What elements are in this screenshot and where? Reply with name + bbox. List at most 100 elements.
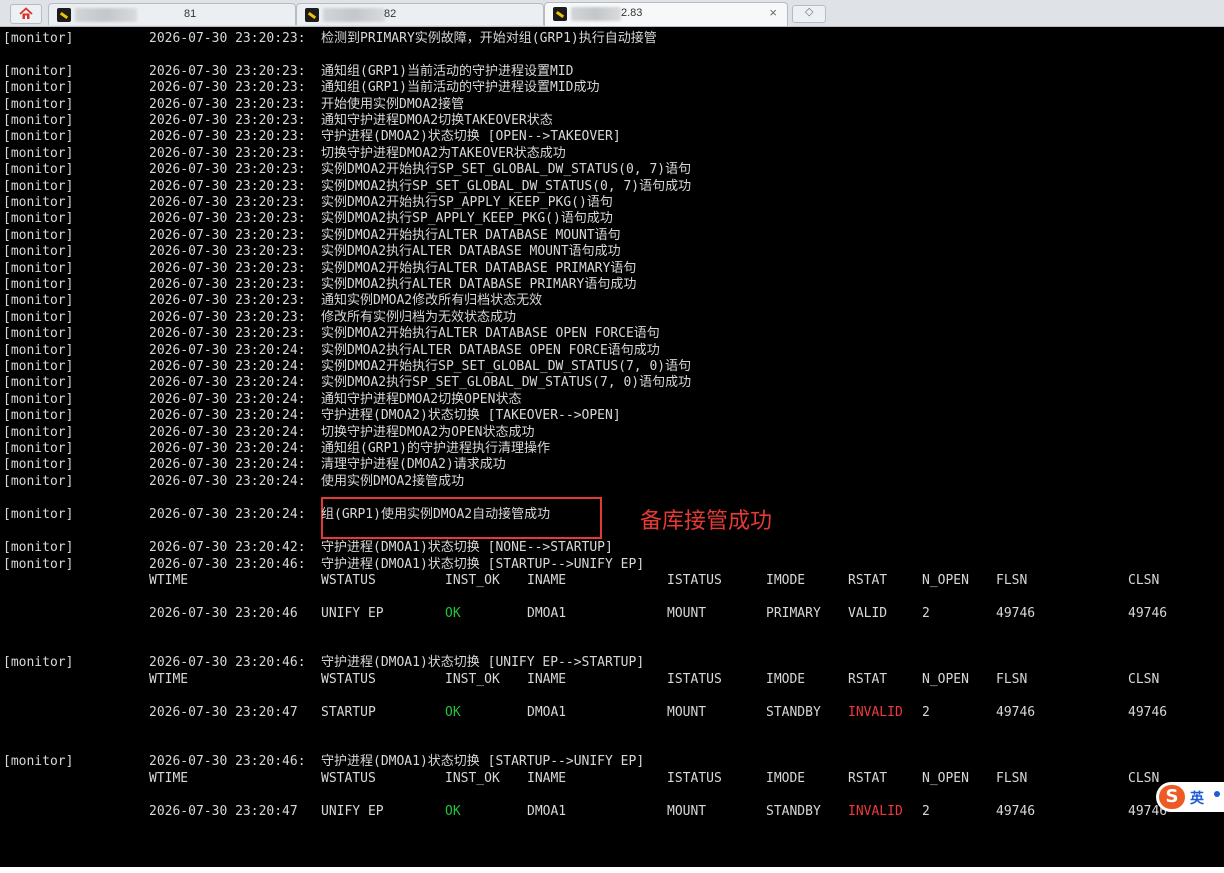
tab-bar: 81 82 2.83 × ◇ (0, 0, 1224, 27)
table-cell: OK (445, 804, 461, 819)
log-message: 切换守护进程DMOA2为TAKEOVER状态成功 (321, 146, 566, 161)
log-tag: [monitor] (3, 754, 74, 769)
column-header: FLSN (996, 672, 1028, 687)
log-message: 通知组(GRP1)当前活动的守护进程设置MID成功 (321, 80, 600, 95)
column-header: INAME (527, 771, 567, 786)
log-tag: [monitor] (3, 326, 74, 341)
log-tag: [monitor] (3, 425, 74, 440)
ime-indicator[interactable]: S 英 (1156, 782, 1224, 812)
log-message: 实例DMOA2执行SP_SET_GLOBAL_DW_STATUS(7, 0)语句… (321, 375, 692, 390)
table-cell: 49746 (1128, 705, 1168, 720)
column-header: WTIME (149, 573, 189, 588)
table-cell: 2 (922, 804, 930, 819)
column-header: INST_OK (445, 672, 500, 687)
tab-session-3[interactable]: 2.83 × (544, 2, 788, 26)
table-cell: PRIMARY (766, 606, 821, 621)
column-header: INAME (527, 672, 567, 687)
log-tag: [monitor] (3, 113, 74, 128)
tab-session-1[interactable]: 81 (48, 3, 296, 25)
column-header: WTIME (149, 771, 189, 786)
column-header: RSTAT (848, 771, 888, 786)
column-header: CLSN (1128, 573, 1160, 588)
log-tag: [monitor] (3, 277, 74, 292)
column-header: WSTATUS (321, 771, 376, 786)
log-tag: [monitor] (3, 507, 74, 522)
log-tag: [monitor] (3, 162, 74, 177)
log-message: 通知实例DMOA2修改所有归档状态无效 (321, 293, 543, 308)
column-header: FLSN (996, 771, 1028, 786)
log-message: 清理守护进程(DMOA2)请求成功 (321, 457, 506, 472)
table-cell: OK (445, 606, 461, 621)
log-message: 守护进程(DMOA2)状态切换 [TAKEOVER-->OPEN] (321, 408, 621, 423)
log-message: 通知组(GRP1)当前活动的守护进程设置MID (321, 64, 574, 79)
ime-language: 英 (1190, 791, 1204, 807)
home-icon (19, 7, 33, 19)
tab-label: 82 (384, 8, 397, 20)
column-header: FLSN (996, 573, 1028, 588)
table-cell: MOUNT (667, 705, 707, 720)
log-timestamp: 2026-07-30 23:20:24: (149, 359, 306, 374)
table-cell: MOUNT (667, 804, 707, 819)
redacted-host (571, 7, 621, 21)
table-cell: STARTUP (321, 705, 376, 720)
table-cell: 2026-07-30 23:20:46 (149, 606, 298, 621)
log-message: 开始使用实例DMOA2接管 (321, 97, 465, 112)
log-tag: [monitor] (3, 293, 74, 308)
log-tag: [monitor] (3, 195, 74, 210)
log-message: 切换守护进程DMOA2为OPEN状态成功 (321, 425, 535, 440)
log-message: 通知守护进程DMOA2切换OPEN状态 (321, 392, 522, 407)
ime-dot-icon (1214, 791, 1220, 797)
log-message: 守护进程(DMOA2)状态切换 [OPEN-->TAKEOVER] (321, 129, 621, 144)
log-tag: [monitor] (3, 457, 74, 472)
log-tag: [monitor] (3, 557, 74, 572)
log-timestamp: 2026-07-30 23:20:23: (149, 228, 306, 243)
column-header: WSTATUS (321, 672, 376, 687)
annotation-label: 备库接管成功 (640, 509, 773, 534)
log-timestamp: 2026-07-30 23:20:24: (149, 343, 306, 358)
table-cell: DMOA1 (527, 804, 567, 819)
tab-session-2[interactable]: 82 (296, 3, 544, 25)
log-timestamp: 2026-07-30 23:20:24: (149, 441, 306, 456)
log-message: 修改所有实例归档为无效状态成功 (321, 310, 517, 325)
log-timestamp: 2026-07-30 23:20:23: (149, 244, 306, 259)
close-icon[interactable]: × (769, 6, 777, 20)
table-cell: INVALID (848, 804, 903, 819)
table-cell: UNIFY EP (321, 606, 384, 621)
log-timestamp: 2026-07-30 23:20:23: (149, 80, 306, 95)
log-timestamp: 2026-07-30 23:20:24: (149, 392, 306, 407)
table-cell: 2 (922, 705, 930, 720)
log-timestamp: 2026-07-30 23:20:23: (149, 310, 306, 325)
column-header: ISTATUS (667, 672, 722, 687)
log-message: 实例DMOA2开始执行SP_SET_GLOBAL_DW_STATUS(0, 7)… (321, 162, 692, 177)
log-timestamp: 2026-07-30 23:20:23: (149, 326, 306, 341)
log-timestamp: 2026-07-30 23:20:23: (149, 162, 306, 177)
column-header: IMODE (766, 573, 806, 588)
log-message: 守护进程(DMOA1)状态切换 [STARTUP-->UNIFY EP] (321, 557, 645, 572)
log-timestamp: 2026-07-30 23:20:46: (149, 754, 306, 769)
log-timestamp: 2026-07-30 23:20:24: (149, 457, 306, 472)
sogou-logo-icon: S (1159, 785, 1185, 809)
terminal-icon (305, 8, 319, 22)
table-cell: 49746 (996, 606, 1036, 621)
log-tag: [monitor] (3, 261, 74, 276)
log-timestamp: 2026-07-30 23:20:46: (149, 557, 306, 572)
log-message: 实例DMOA2开始执行ALTER DATABASE PRIMARY语句 (321, 261, 637, 276)
log-message: 守护进程(DMOA1)状态切换 [STARTUP-->UNIFY EP] (321, 754, 645, 769)
log-message: 实例DMOA2开始执行ALTER DATABASE MOUNT语句 (321, 228, 621, 243)
new-tab-button[interactable]: ◇ (792, 5, 826, 23)
bottom-edge (0, 867, 1224, 873)
table-cell: 2 (922, 606, 930, 621)
log-tag: [monitor] (3, 441, 74, 456)
log-timestamp: 2026-07-30 23:20:42: (149, 540, 306, 555)
log-tag: [monitor] (3, 64, 74, 79)
log-message: 通知组(GRP1)的守护进程执行清理操作 (321, 441, 550, 456)
log-tag: [monitor] (3, 359, 74, 374)
column-header: N_OPEN (922, 771, 969, 786)
table-cell: INVALID (848, 705, 903, 720)
log-timestamp: 2026-07-30 23:20:23: (149, 211, 306, 226)
home-button[interactable] (10, 4, 42, 24)
log-tag: [monitor] (3, 392, 74, 407)
log-timestamp: 2026-07-30 23:20:23: (149, 97, 306, 112)
terminal-output[interactable]: 备库接管成功 [monitor] 2026-07-30 23:20:23: 检测到P… (0, 27, 1224, 867)
terminal-icon (57, 8, 71, 22)
